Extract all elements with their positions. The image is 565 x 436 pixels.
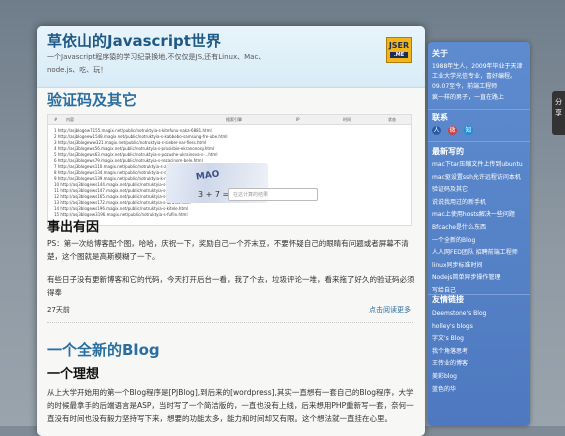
screenshot-table-header: # 内容 搜索引擎 IP 时间 状态 xyxy=(48,115,411,125)
screenshot-table-row: 1 http://asjblogew7155.magix.net/public/… xyxy=(54,128,212,133)
recent-post-link[interactable]: mac驱设置ssh允许远程访问本机 xyxy=(432,172,523,185)
site-title[interactable]: 草依山的Javascript世界 xyxy=(47,30,221,51)
col-header: # xyxy=(54,117,58,122)
sidebar-about-text2: 疯一样的男子，一直在路上 xyxy=(432,94,505,101)
post-title-new-blog[interactable]: 一个全新的Blog xyxy=(47,339,417,360)
post-title-captcha[interactable]: 验证码及其它 xyxy=(47,89,417,110)
site-description: 一个Javascript程序猿的学习纪录换地,不仅仅是JS,还有Linux、Ma… xyxy=(47,53,266,74)
screenshot-table-row: 14 http://asj3blogews196.magix.net/publi… xyxy=(54,206,189,211)
sidebar: 关于 1988年生人，2009年毕业于天津工业大学光信专业，喜好编程。09.07… xyxy=(428,42,530,426)
post-screenshot: # 内容 搜索引擎 IP 时间 状态 1 http://asjblogew715… xyxy=(47,114,412,226)
post-heading: 事出有因 xyxy=(47,220,100,235)
post-heading: 一个理想 xyxy=(47,367,100,382)
renren-icon[interactable]: 人 xyxy=(432,126,441,135)
friend-link[interactable]: holley's blogs xyxy=(432,321,486,334)
recent-post-link[interactable]: Bfcache是什么东西 xyxy=(432,222,523,235)
logo-subtext: .ME xyxy=(390,52,408,58)
col-header: 搜索引擎 xyxy=(226,117,242,122)
screenshot-table-row: 2 http://asjblogeew1548.magix.net/public… xyxy=(54,134,228,139)
recent-post-link[interactable]: 说说我用过的新手机 xyxy=(432,197,523,210)
jser-logo[interactable]: JSER .ME xyxy=(386,37,412,63)
friend-link[interactable]: 美彩blog xyxy=(432,371,486,384)
friend-link[interactable]: 蓝色的华 xyxy=(432,384,486,397)
sidebar-divider xyxy=(428,141,530,142)
post-divider xyxy=(47,322,413,323)
col-header: 状态 xyxy=(388,117,396,122)
recent-post-link[interactable]: mac上使用hosts解决一些问题 xyxy=(432,209,523,222)
read-more-link[interactable]: 点击阅读更多 xyxy=(369,305,411,315)
post-paragraph: PS：第一次给博客配个图，哈哈，庆祝一下，奖励自己一个芥末豆，不要怀疑自己的眼睛… xyxy=(47,239,409,261)
sidebar-divider xyxy=(428,109,530,110)
friend-link[interactable]: 王传业的博客 xyxy=(432,358,486,371)
sidebar-friends-title: 友情链接 xyxy=(432,295,464,304)
main-column: 草依山的Javascript世界 一个Javascript程序猿的学习纪录换地,… xyxy=(37,26,425,436)
friend-links-list: Deemstone's Blog holley's blogs 字文's Blog 我… xyxy=(432,308,486,396)
share-tab[interactable]: 分享 xyxy=(552,91,565,135)
recent-post-link[interactable]: 验证码及其它 xyxy=(432,184,523,197)
logo-text: JSER xyxy=(388,41,410,50)
sidebar-recent-title: 最新写的 xyxy=(432,147,464,156)
post-paragraph: 从上大学开始用的第一个Blog程序是[PJBlog],到后来的[wordpres… xyxy=(47,388,414,423)
captcha-input[interactable]: 在这计算的结果 xyxy=(228,188,318,201)
friend-link[interactable]: Deemstone's Blog xyxy=(432,308,486,321)
recent-posts-list: mac下tar压缩文件上传到ubuntu mac驱设置ssh允许远程访问本机 验证码… xyxy=(432,159,523,298)
sidebar-about-title: 关于 xyxy=(432,49,448,58)
screenshot-table-row: 3 http://asj3blogeww321.magix.net/public… xyxy=(54,140,207,145)
screenshot-table-row: 4 http://asj3blogews56.magix.net/public/… xyxy=(54,146,215,151)
weibo-icon[interactable]: 微 xyxy=(448,126,457,135)
friend-link[interactable]: 字文's Blog xyxy=(432,333,486,346)
col-header: IP xyxy=(296,117,300,122)
recent-post-link[interactable]: linux同步标准时间 xyxy=(432,260,523,273)
screenshot-table-row: 5 http://asj3blogews63.magix.net/public/… xyxy=(54,152,218,157)
post-meta: 27天前 点击阅读更多 xyxy=(47,305,411,315)
recent-post-link[interactable]: Nodejs简单异步操作管理 xyxy=(432,272,523,285)
col-header: 内容 xyxy=(66,117,74,122)
friend-link[interactable]: 我个角落思考 xyxy=(432,346,486,359)
post-paragraph: 有些日子没有更新博客和它的代码，今天打开后台一看，我了个去，垃圾评论一堆，看来拖… xyxy=(47,275,415,297)
recent-post-link[interactable]: 一个全新的Blog xyxy=(432,235,523,248)
col-header: 时间 xyxy=(343,117,351,122)
sidebar-about-text: 1988年生人，2009年毕业于天津工业大学光信专业，喜好编程。09.07至今，… xyxy=(432,63,523,90)
recent-post-link[interactable]: 人人网FED团队 招聘前端工程师 xyxy=(432,247,523,260)
zhihu-icon[interactable]: 知 xyxy=(464,126,473,135)
captcha-equation: 3 + 7 = xyxy=(198,190,230,199)
site-header: 草依山的Javascript世界 一个Javascript程序猿的学习纪录换地,… xyxy=(37,26,425,88)
recent-post-link[interactable]: mac下tar压缩文件上传到ubuntu xyxy=(432,159,523,172)
sidebar-contact-title: 联系 xyxy=(432,113,448,122)
post-date: 27天前 xyxy=(47,306,70,314)
contact-icons: 人 微 知 xyxy=(432,126,473,135)
